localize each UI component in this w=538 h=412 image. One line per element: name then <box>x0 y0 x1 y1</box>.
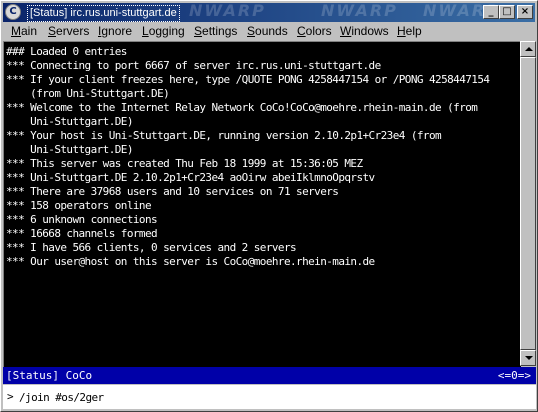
output-line: Uni-Stuttgart.DE) <box>6 115 133 128</box>
scroll-up-button[interactable] <box>520 41 536 57</box>
output-line: *** There are 37968 users and 10 service… <box>6 185 339 198</box>
input-row: > <box>3 385 536 409</box>
minimize-icon: _ <box>488 6 494 17</box>
menu-logging-label: ogging <box>148 24 185 38</box>
menu-servers[interactable]: Servers <box>48 24 89 38</box>
close-icon: × <box>520 6 530 17</box>
menu-servers-label: ervers <box>56 24 90 38</box>
status-lag-indicator: <=0=> <box>497 369 531 382</box>
menu-windows-label: indows <box>351 24 389 38</box>
menu-ignore[interactable]: Ignore <box>98 24 132 38</box>
minimize-button[interactable]: _ <box>483 5 499 19</box>
title-watermark: NWARP <box>321 3 398 20</box>
output-line: *** Our user@host on this server is CoCo… <box>6 255 375 268</box>
output-line: *** I have 566 clients, 0 services and 2… <box>6 241 297 254</box>
irc-window: C NWARP NWARP NWARP [Status] irc.rus.uni… <box>0 0 538 412</box>
title-watermark: NWARP <box>189 3 266 20</box>
output-line: ### Loaded 0 entries <box>6 45 127 58</box>
menu-windows[interactable]: Windows <box>340 24 389 38</box>
menu-bar: Main Servers Ignore Logging Settings Sou… <box>3 22 535 40</box>
app-icon[interactable]: C <box>5 4 21 20</box>
output-line: *** Welcome to the Internet Relay Networ… <box>6 101 478 114</box>
menu-sounds[interactable]: Sounds <box>247 24 288 38</box>
prompt-icon: > <box>7 390 14 403</box>
output-line: *** 6 unknown connections <box>6 213 158 226</box>
output-line: *** 158 operators online <box>6 199 152 212</box>
output-line: *** If your client freezes here, type /Q… <box>6 73 490 86</box>
scroll-thumb[interactable] <box>520 57 536 350</box>
output-line: *** Your host is Uni-Stuttgart.DE, runni… <box>6 129 442 142</box>
output-line: *** This server was created Thu Feb 18 1… <box>6 157 363 170</box>
status-bar: [Status] CoCo <=0=> <box>3 367 536 384</box>
title-bar[interactable]: C NWARP NWARP NWARP [Status] irc.rus.uni… <box>3 3 535 22</box>
message-output[interactable]: ### Loaded 0 entries *** Connecting to p… <box>3 41 521 367</box>
menu-settings-label: ettings <box>202 24 238 38</box>
vertical-scrollbar[interactable] <box>520 41 536 366</box>
maximize-button[interactable]: □ <box>499 5 515 19</box>
scroll-down-button[interactable] <box>520 350 536 366</box>
arrow-down-icon <box>525 356 533 360</box>
menu-ignore-label: gnore <box>101 24 133 38</box>
output-line: *** Uni-Stuttgart.DE 2.10.2p1+Cr23e4 aoO… <box>6 171 375 184</box>
output-line: *** Connecting to port 6667 of server ir… <box>6 59 381 72</box>
output-line: Uni-Stuttgart.DE) <box>6 143 133 156</box>
command-input[interactable] <box>19 388 519 406</box>
menu-help-label: elp <box>405 24 422 38</box>
menu-main-label: ain <box>21 24 38 38</box>
menu-colors-label: olors <box>305 24 332 38</box>
arrow-up-icon <box>525 47 533 51</box>
menu-settings[interactable]: Settings <box>194 24 237 38</box>
maximize-icon: □ <box>502 6 512 17</box>
menu-logging[interactable]: Logging <box>142 24 185 38</box>
menu-main[interactable]: Main <box>11 24 37 38</box>
menu-help[interactable]: Help <box>397 24 422 38</box>
window-title: [Status] irc.rus.uni-stuttgart.de <box>27 5 180 22</box>
close-button[interactable]: × <box>517 5 533 19</box>
menu-sounds-label: ounds <box>255 24 288 38</box>
output-line: (from Uni-Stuttgart.DE) <box>6 87 170 100</box>
output-line: *** 16668 channels formed <box>6 227 158 240</box>
status-channel: [Status] CoCo <box>6 369 93 382</box>
menu-colors[interactable]: Colors <box>297 24 332 38</box>
